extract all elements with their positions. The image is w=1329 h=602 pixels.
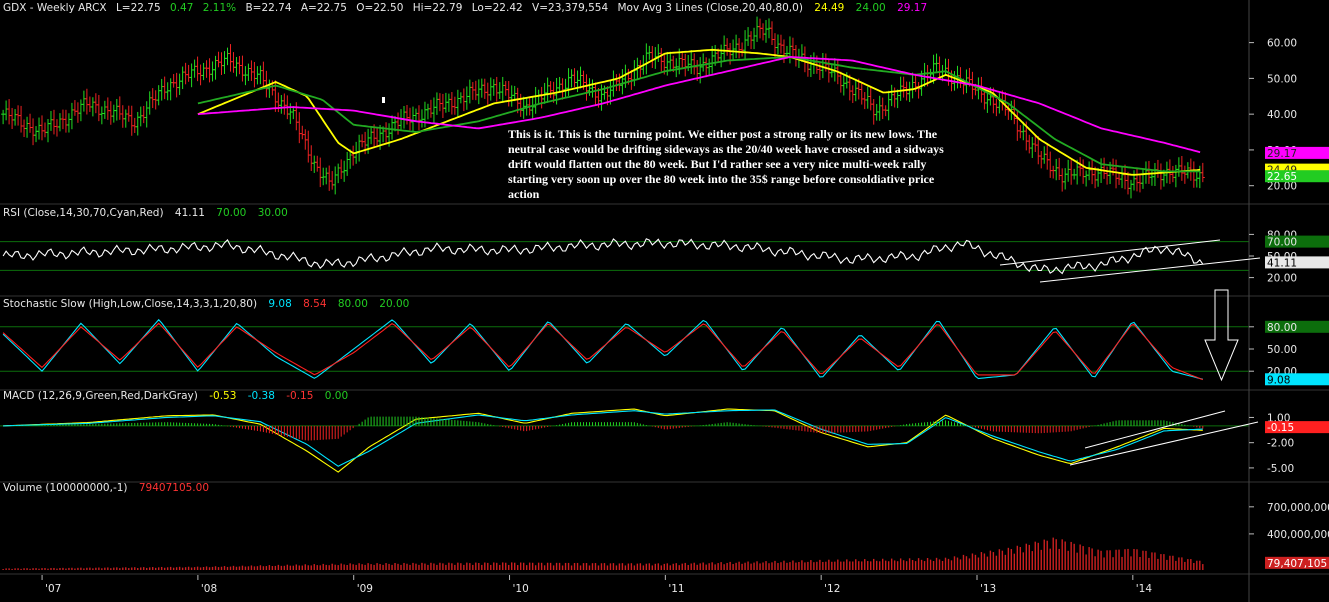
x-tick-label: '12 xyxy=(824,583,840,595)
rsi-trendline-upper xyxy=(999,239,1221,266)
rsi-value: 41.11 xyxy=(175,207,205,219)
annotation-line-4: starting very soon up over the 80 week i… xyxy=(508,172,935,186)
annotation-line-1: This is it. This is the turning point. W… xyxy=(508,127,938,141)
annotation-line-3: drift would flatten out the 80 week. But… xyxy=(508,157,926,171)
rsi-label: RSI (Close,14,30,70,Cyan,Red) xyxy=(3,207,164,219)
x-tick-label: '14 xyxy=(1136,583,1153,595)
macd-ytick-label: -5.00 xyxy=(1267,463,1294,475)
x-tick-label: '11 xyxy=(668,583,684,595)
trendline-group xyxy=(999,239,1261,466)
volume-value-tag-label: 79,407,105 xyxy=(1267,558,1327,570)
chart-canvas: 20.00 30.00 40.00 50.00 60.00 29.17 24.49 22.65… xyxy=(0,0,1329,602)
stoch-k-line xyxy=(2,318,1203,380)
price-change-pct: 2.11% xyxy=(203,2,236,14)
x-tick-label: '08 xyxy=(201,583,217,595)
ma80-value: 29.17 xyxy=(897,2,927,14)
stoch-d-value: 8.54 xyxy=(303,298,327,310)
symbol-label: GDX - Weekly ARCX xyxy=(3,2,107,14)
macd-trendline-upper xyxy=(1084,410,1226,449)
price-ytick-label: 50.00 xyxy=(1267,73,1297,85)
stoch-label: Stochastic Slow (High,Low,Close,14,3,3,1… xyxy=(3,298,257,310)
grid-layer xyxy=(0,203,1329,575)
stoch-header: Stochastic Slow (High,Low,Close,14,3,3,1… xyxy=(3,298,409,310)
macd-label: MACD (12,26,9,Green,Red,DarkGray) xyxy=(3,390,198,402)
price-ytick-label: 60.00 xyxy=(1267,38,1297,50)
stoch-ytick-label: 50.00 xyxy=(1267,344,1297,356)
volume-readout: V=23,379,554 xyxy=(532,2,608,14)
x-tick-label: '07 xyxy=(45,583,61,595)
stoch-value-tag-label: 80.00 xyxy=(1267,322,1297,334)
macd-macd-line xyxy=(3,408,1203,473)
price-value-tag-label: 29.17 xyxy=(1267,148,1297,160)
price-value-tag-label: 22.65 xyxy=(1267,171,1297,183)
rsi-header: RSI (Close,14,30,70,Cyan,Red) 41.11 70.0… xyxy=(3,207,288,219)
macd-value: -0.53 xyxy=(209,390,236,402)
stoch-upper: 80.00 xyxy=(338,298,368,310)
rsi-ytick-label: 20.00 xyxy=(1267,273,1297,285)
rsi-value-tag-label: 41.11 xyxy=(1267,257,1297,269)
stoch-lower: 20.00 xyxy=(379,298,409,310)
macd-value-tag-label: -0.15 xyxy=(1267,422,1294,434)
price-change: 0.47 xyxy=(170,2,193,14)
volume-header: Volume (100000000,-1) 79407105.00 xyxy=(3,482,209,494)
macd-ytick-label: -2.00 xyxy=(1267,438,1294,450)
macd-hist-value: -0.15 xyxy=(286,390,313,402)
x-tick-label: '09 xyxy=(357,583,373,595)
volume-ytick-label: 700,000,000 xyxy=(1267,502,1329,514)
annotation-text: This is it. This is the turning point. W… xyxy=(508,127,947,201)
last-price: L=22.75 xyxy=(116,2,161,14)
macd-zero-value: 0.00 xyxy=(325,390,348,402)
annotation-line-2: neutral case would be drifting sideways … xyxy=(508,142,944,156)
rsi-lower: 30.00 xyxy=(258,207,288,219)
low-price: Lo=22.42 xyxy=(472,2,523,14)
stoch-k-value: 9.08 xyxy=(268,298,291,310)
volume-value: 79407105.00 xyxy=(139,482,209,494)
x-tick-label: '10 xyxy=(513,583,529,595)
open-price: O=22.50 xyxy=(356,2,403,14)
rsi-upper: 70.00 xyxy=(216,207,246,219)
macd-header: MACD (12,26,9,Green,Red,DarkGray) -0.53 … xyxy=(3,390,348,402)
bid-price: B=22.74 xyxy=(245,2,291,14)
stoch-value-tag-label: 9.08 xyxy=(1267,374,1290,386)
macd-signal-line xyxy=(3,409,1203,467)
ma40-value: 24.00 xyxy=(856,2,886,14)
down-arrow-icon xyxy=(1204,289,1239,382)
macd-signal-value: -0.38 xyxy=(248,390,275,402)
annotation-line-5: action xyxy=(508,187,540,201)
volume-ytick-label: 400,000,000 xyxy=(1267,529,1329,541)
ask-price: A=22.75 xyxy=(301,2,347,14)
ma-label: Mov Avg 3 Lines (Close,20,40,80,0) xyxy=(617,2,802,14)
price-ytick-label: 40.00 xyxy=(1267,109,1297,121)
high-price: Hi=22.79 xyxy=(413,2,463,14)
rsi-value-tag-label: 70.00 xyxy=(1267,237,1297,249)
price-header: GDX - Weekly ARCX L=22.75 0.47 2.11% B=2… xyxy=(3,2,927,14)
x-tick-label: '13 xyxy=(980,583,996,595)
rsi-rsi-line xyxy=(2,238,1204,275)
marker-square-icon xyxy=(382,97,385,103)
volume-label: Volume (100000000,-1) xyxy=(3,482,128,494)
ma20-value: 24.49 xyxy=(814,2,844,14)
